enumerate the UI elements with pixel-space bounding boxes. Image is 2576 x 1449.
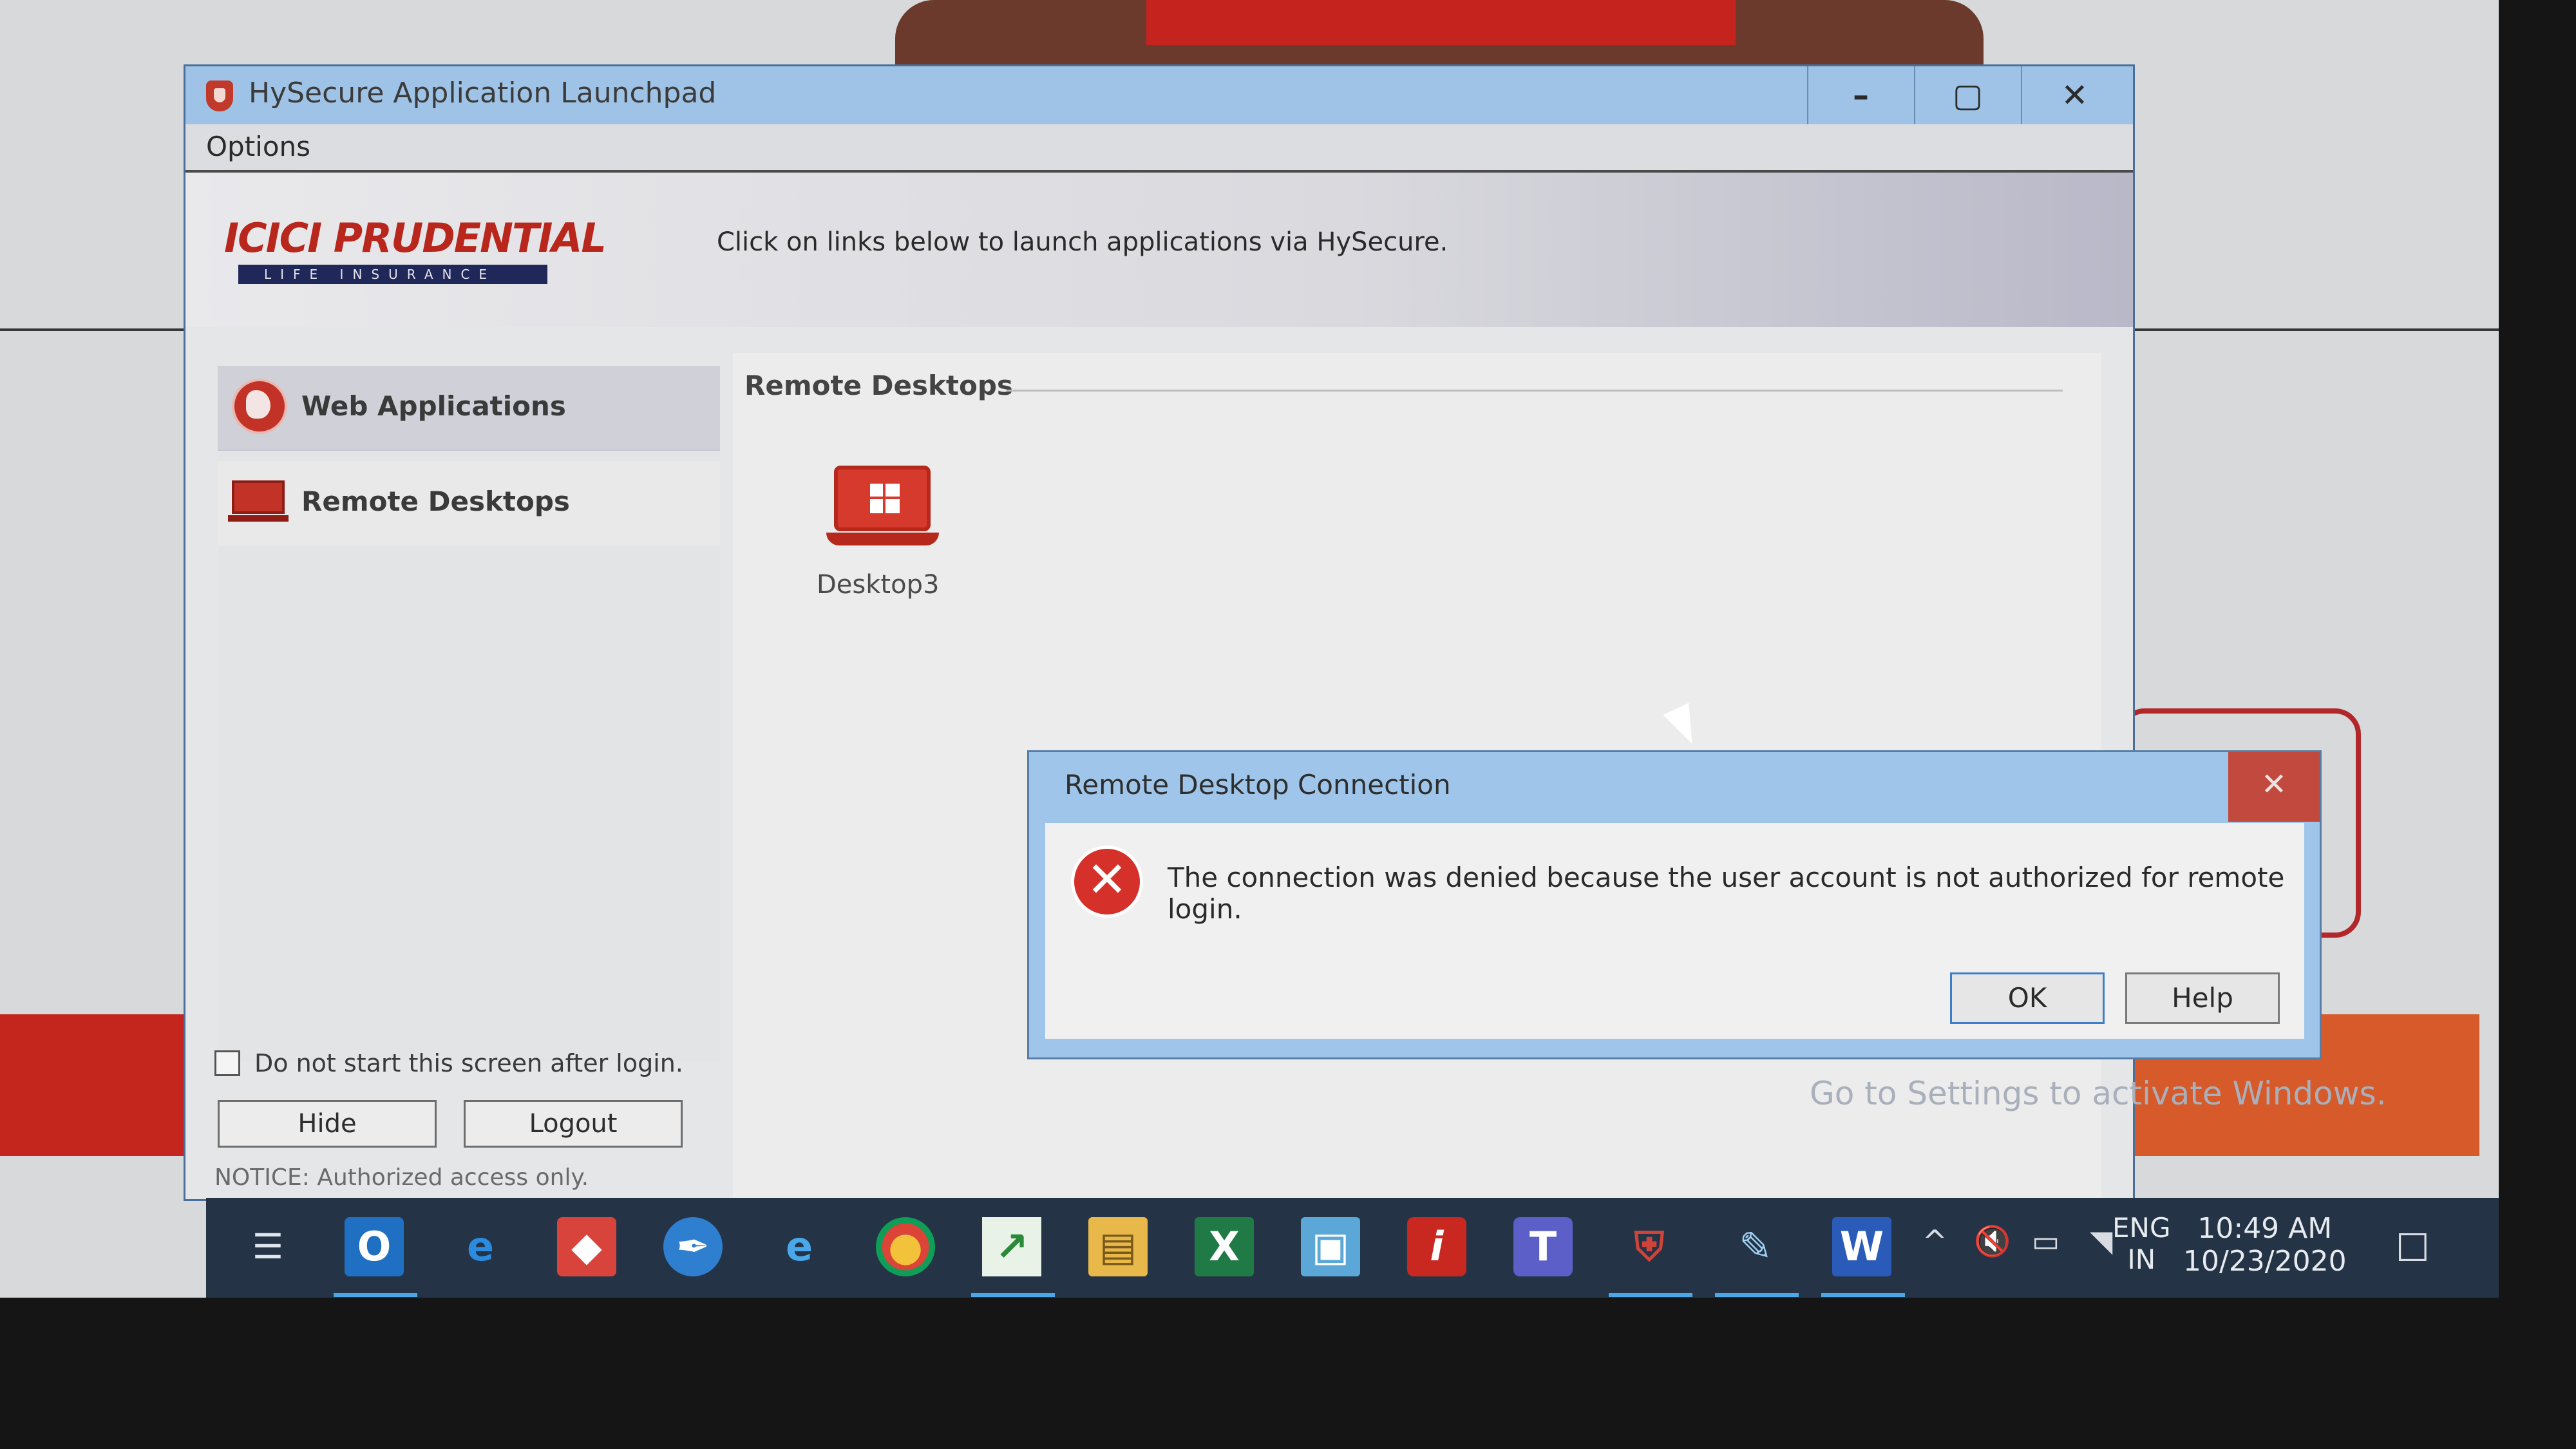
sidebar: Web Applications Remote Desktops xyxy=(218,366,720,1061)
startup-checkbox[interactable] xyxy=(214,1050,240,1076)
teams-icon[interactable]: T xyxy=(1513,1217,1573,1276)
laptop-windows-icon xyxy=(826,466,939,546)
sidebar-item-label: Web Applications xyxy=(301,390,566,422)
dialog-close-button[interactable]: ✕ xyxy=(2228,752,2320,822)
desktop-screen: HySecure Application Launchpad – ▢ ✕ Opt… xyxy=(0,0,2499,1298)
logout-button[interactable]: Logout xyxy=(464,1100,683,1148)
maximize-button[interactable]: ▢ xyxy=(1914,66,2020,124)
wifi-icon[interactable]: ◥ xyxy=(2090,1224,2112,1258)
word-icon[interactable]: W xyxy=(1832,1217,1891,1276)
menu-options[interactable]: Options xyxy=(206,131,310,162)
help-button[interactable]: Help xyxy=(2125,972,2280,1024)
desktop-label: Desktop3 xyxy=(817,570,940,600)
excel-icon[interactable]: X xyxy=(1195,1217,1254,1276)
chrome-icon[interactable]: ● xyxy=(876,1217,935,1276)
menu-bar: Options xyxy=(185,124,2133,173)
hide-button[interactable]: Hide xyxy=(218,1100,437,1148)
close-button[interactable]: ✕ xyxy=(2021,66,2127,124)
region-code: IN xyxy=(2127,1244,2156,1275)
shield-icon xyxy=(206,80,233,111)
battery-icon[interactable]: ▭ xyxy=(2032,1224,2060,1258)
paint-active-indicator xyxy=(1715,1293,1799,1297)
outlook-active-indicator xyxy=(334,1293,417,1297)
file-explorer-icon[interactable]: ▤ xyxy=(1088,1217,1148,1276)
hysecure-shield-icon[interactable]: ⛨ xyxy=(1620,1217,1679,1276)
word-active-indicator xyxy=(1821,1293,1905,1297)
taskbar: ☰ O e ◆ ✒ e ● ↗ ▤ X ▣ i T ⛨ ✎ W ^ 🔇 ▭ ◥ … xyxy=(206,1198,2499,1298)
notifications-icon[interactable]: □ xyxy=(2396,1224,2430,1265)
task-view-icon[interactable]: ☰ xyxy=(238,1217,298,1276)
remote-desktop-error-dialog: Remote Desktop Connection ✕ ✕ The connec… xyxy=(1027,750,2322,1059)
contacts-icon[interactable]: ▣ xyxy=(1301,1217,1360,1276)
dialog-title: Remote Desktop Connection xyxy=(1065,769,1451,800)
watermark-subtitle: Go to Settings to activate Windows. xyxy=(1810,1075,2387,1112)
window-title: HySecure Application Launchpad xyxy=(249,77,717,109)
monitor-icon xyxy=(228,480,289,522)
chart-app-active-indicator xyxy=(971,1293,1055,1297)
section-title: Remote Desktops xyxy=(744,370,1013,401)
sidebar-item-label: Remote Desktops xyxy=(301,486,570,517)
language-indicator[interactable]: ENG IN xyxy=(2112,1212,2171,1275)
dialog-message: The connection was denied because the us… xyxy=(1168,862,2285,925)
edge-icon[interactable]: e xyxy=(451,1217,510,1276)
error-icon: ✕ xyxy=(1071,846,1143,918)
volume-muted-icon[interactable]: 🔇 xyxy=(1974,1224,2011,1259)
title-bar[interactable]: HySecure Application Launchpad – ▢ ✕ xyxy=(185,66,2133,124)
background-banner-red xyxy=(1146,0,1736,45)
clock-time: 10:49 AM xyxy=(2197,1212,2333,1245)
icici-prudential-logo: ICICI PRUDENTIAL LIFE INSURANCE xyxy=(224,214,630,285)
outlook-icon[interactable]: O xyxy=(345,1217,404,1276)
ok-button[interactable]: OK xyxy=(1950,972,2105,1024)
background-red-panel-left xyxy=(0,1014,187,1156)
header-banner: ICICI PRUDENTIAL LIFE INSURANCE Click on… xyxy=(185,173,2133,327)
header-instruction: Click on links below to launch applicati… xyxy=(717,227,1448,257)
sidebar-item-web-applications[interactable]: Web Applications xyxy=(218,366,720,451)
section-divider xyxy=(1007,390,2063,392)
paint-icon[interactable]: ✎ xyxy=(1726,1217,1785,1276)
globe-icon xyxy=(232,379,287,434)
remote-app-icon[interactable]: ◆ xyxy=(557,1217,616,1276)
language-code: ENG xyxy=(2112,1212,2171,1244)
startup-checkbox-label: Do not start this screen after login. xyxy=(254,1049,683,1077)
internet-explorer-icon[interactable]: e xyxy=(770,1217,829,1276)
minimize-button[interactable]: – xyxy=(1807,66,1913,124)
clock-date: 10/23/2020 xyxy=(2183,1245,2347,1278)
pen-tool-icon[interactable]: ✒ xyxy=(663,1217,723,1276)
logo-text: ICICI PRUDENTIAL xyxy=(224,214,607,261)
dialog-body: ✕ The connection was denied because the … xyxy=(1045,823,2304,1039)
chart-app-icon[interactable]: ↗ xyxy=(982,1217,1041,1276)
logo-subtext: LIFE INSURANCE xyxy=(238,265,547,284)
access-notice: NOTICE: Authorized access only. xyxy=(214,1164,589,1191)
icici-app-icon[interactable]: i xyxy=(1407,1217,1466,1276)
sidebar-item-remote-desktops[interactable]: Remote Desktops xyxy=(218,461,720,546)
desktop-item-desktop3[interactable]: Desktop3 xyxy=(797,466,939,607)
hysecure-active-indicator xyxy=(1609,1293,1692,1297)
clock[interactable]: 10:49 AM 10/23/2020 xyxy=(2183,1212,2347,1278)
startup-checkbox-row: Do not start this screen after login. xyxy=(214,1045,691,1084)
tray-chevron-icon[interactable]: ^ xyxy=(1922,1224,1947,1258)
